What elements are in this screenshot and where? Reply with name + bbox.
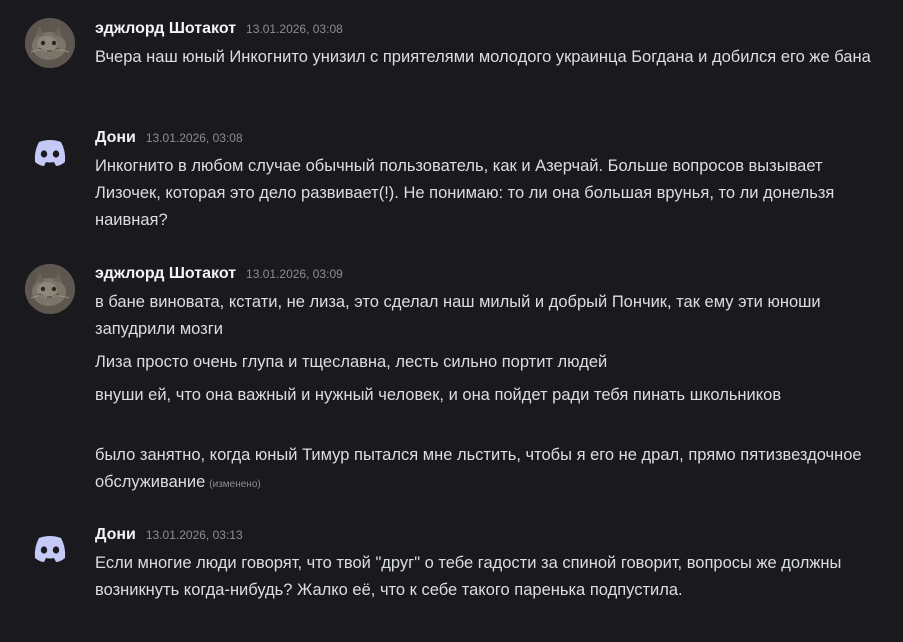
cat-photo-icon xyxy=(25,18,75,68)
message-timestamp[interactable]: 13.01.2026, 03:09 xyxy=(246,267,343,281)
message-author[interactable]: Дони xyxy=(95,129,136,147)
user-avatar[interactable] xyxy=(25,127,75,177)
user-avatar[interactable] xyxy=(25,18,75,68)
message-header: Дони 13.01.2026, 03:08 xyxy=(95,129,243,151)
message-text: Если многие люди говорят, что твой "друг… xyxy=(95,554,842,599)
message-author[interactable]: эджлорд Шотакот xyxy=(95,265,236,283)
message-text: Инкогнито в любом случае обычный пользов… xyxy=(95,157,835,229)
edited-label: (изменено) xyxy=(209,479,261,490)
message-text: внуши ей, что она важный и нужный челове… xyxy=(95,386,782,404)
message-author[interactable]: Дони xyxy=(95,526,136,544)
message-header: эджлорд Шотакот 13.01.2026, 03:09 xyxy=(95,265,343,287)
message-header: Дони 13.01.2026, 03:13 xyxy=(95,526,243,548)
chat-message-list: эджлорд Шотакот 13.01.2026, 03:08 Вчера … xyxy=(0,0,903,642)
message-timestamp[interactable]: 13.01.2026, 03:13 xyxy=(146,528,243,542)
cat-photo-icon xyxy=(25,264,75,314)
message-header: эджлорд Шотакот 13.01.2026, 03:08 xyxy=(95,20,343,42)
message-text: Вчера наш юный Инкогнито унизил с прияте… xyxy=(95,48,871,66)
message-text: Лиза просто очень глупа и тщеславна, лес… xyxy=(95,353,608,371)
user-avatar[interactable] xyxy=(25,264,75,314)
discord-logo-icon xyxy=(34,536,66,562)
user-avatar[interactable] xyxy=(25,523,75,573)
message-text: было занятно, когда юный Тимур пытался м… xyxy=(95,442,885,498)
message-text: в бане виновата, кстати, не лиза, это сд… xyxy=(95,293,821,338)
message-timestamp[interactable]: 13.01.2026, 03:08 xyxy=(146,131,243,145)
discord-logo-icon xyxy=(34,140,66,166)
message-author[interactable]: эджлорд Шотакот xyxy=(95,20,236,38)
message-timestamp[interactable]: 13.01.2026, 03:08 xyxy=(246,22,343,36)
